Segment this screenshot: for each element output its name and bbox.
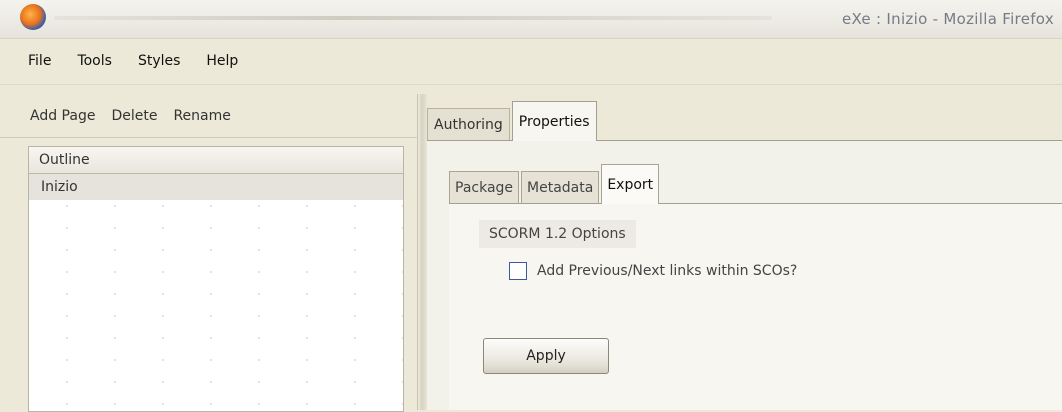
outline-tree: Outline Inizio [28,146,404,412]
tab-package[interactable]: Package [449,171,520,203]
apply-button[interactable]: Apply [483,338,609,374]
prev-next-option: Add Previous/Next links within SCOs? [509,262,797,280]
title-bar-decoration [54,16,772,20]
window-title-bar: eXe : Inizio - Mozilla Firefox [0,0,1062,39]
tab-export[interactable]: Export [601,164,660,204]
menu-file[interactable]: File [28,53,51,69]
menu-tools[interactable]: Tools [77,53,112,69]
firefox-icon [20,4,46,30]
add-page-button[interactable]: Add Page [30,108,95,124]
menu-styles[interactable]: Styles [138,53,180,69]
main-tab-bar: Authoring Properties [427,100,1062,141]
rename-button[interactable]: Rename [173,108,230,124]
prev-next-checkbox-label: Add Previous/Next links within SCOs? [537,263,798,279]
export-panel: SCORM 1.2 Options Add Previous/Next link… [449,204,1062,410]
menu-help[interactable]: Help [206,53,238,69]
properties-tab-bar: Package Metadata Export [449,163,1062,204]
outline-toolbar: Add Page Delete Rename [0,94,417,138]
menu-bar: File Tools Styles Help [0,46,1062,76]
tab-metadata[interactable]: Metadata [521,171,600,203]
outline-header: Outline [29,147,403,174]
prev-next-checkbox[interactable] [509,262,527,280]
tab-properties[interactable]: Properties [511,101,597,141]
outline-node-inizio[interactable]: Inizio [29,174,403,200]
main-pane: Authoring Properties Package Metadata Ex… [427,94,1062,410]
scorm-options-label: SCORM 1.2 Options [479,220,636,248]
properties-panel: Package Metadata Export SCORM 1.2 Option… [427,141,1062,410]
window-title: eXe : Inizio - Mozilla Firefox [841,10,1054,28]
tab-authoring[interactable]: Authoring [427,108,510,140]
delete-button[interactable]: Delete [111,108,157,124]
outline-pane: Add Page Delete Rename Outline Inizio [0,94,417,412]
